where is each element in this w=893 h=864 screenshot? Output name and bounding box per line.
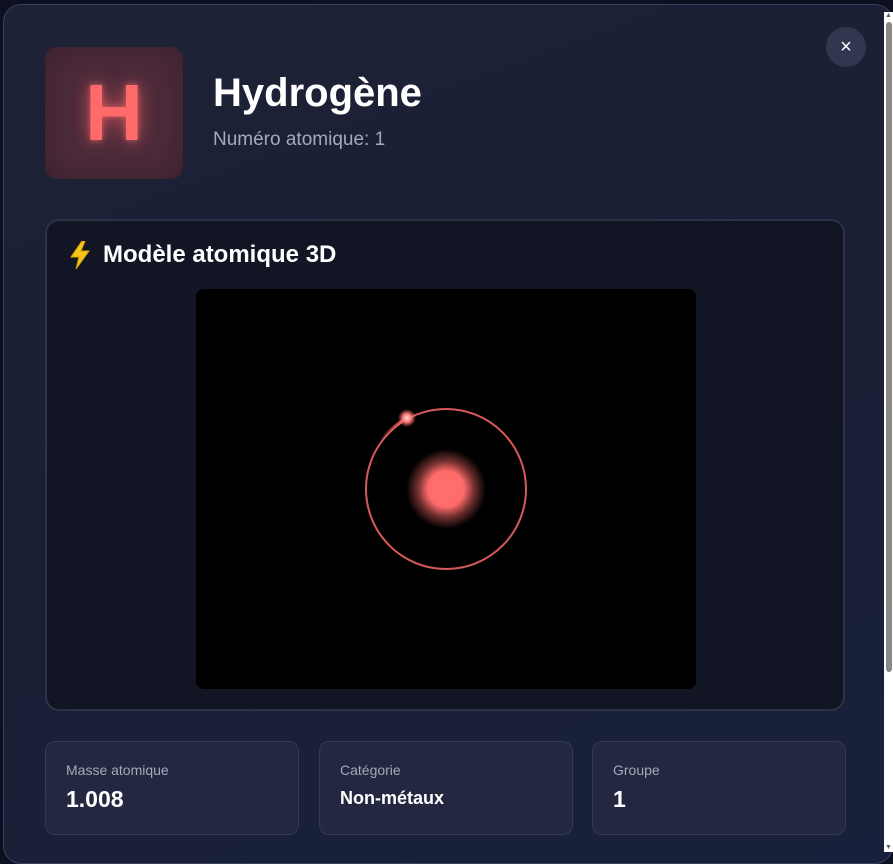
scroll-up-arrow-icon[interactable]: ▲ xyxy=(884,12,893,20)
atomic-number-label: Numéro atomique: xyxy=(213,129,375,150)
atomic-number-value: 1 xyxy=(374,129,386,150)
stat-label-category: Catégorie xyxy=(340,762,401,778)
scroll-thumb[interactable] xyxy=(886,22,892,672)
electron xyxy=(398,409,416,427)
atomic-model-card: Modèle atomique 3D xyxy=(45,219,845,711)
element-detail-modal: × H Hydrogène Numéro atomique: 1 Modèle … xyxy=(3,4,893,864)
atom-canvas xyxy=(365,408,527,570)
atomic-model-heading: Modèle atomique 3D xyxy=(69,241,336,269)
stat-label-group: Groupe xyxy=(613,762,660,778)
close-button[interactable]: × xyxy=(826,27,866,67)
stat-label-atomic-mass: Masse atomique xyxy=(66,762,169,778)
element-symbol-tile: H xyxy=(45,47,183,179)
atomic-model-title: Modèle atomique 3D xyxy=(103,241,337,268)
element-symbol: H xyxy=(85,68,143,157)
stat-value-category: Non-métaux xyxy=(340,788,445,808)
atomic-number-line: Numéro atomique: 1 xyxy=(213,129,385,151)
stat-card-group: Groupe 1 xyxy=(592,741,846,835)
atom-3d-viewport[interactable] xyxy=(196,289,696,689)
stat-card-atomic-mass: Masse atomique 1.008 xyxy=(45,741,299,835)
scroll-down-arrow-icon[interactable]: ▼ xyxy=(884,844,893,852)
stat-card-category: Catégorie Non-métaux xyxy=(319,741,573,835)
vertical-scrollbar[interactable]: ▲ ▼ xyxy=(884,12,893,852)
stat-value-atomic-mass: 1.008 xyxy=(66,786,124,812)
nucleus xyxy=(406,449,486,529)
element-name: Hydrogène xyxy=(213,71,422,115)
stat-value-group: 1 xyxy=(613,786,626,812)
lightning-bolt-icon xyxy=(70,241,90,269)
close-icon: × xyxy=(840,36,852,58)
